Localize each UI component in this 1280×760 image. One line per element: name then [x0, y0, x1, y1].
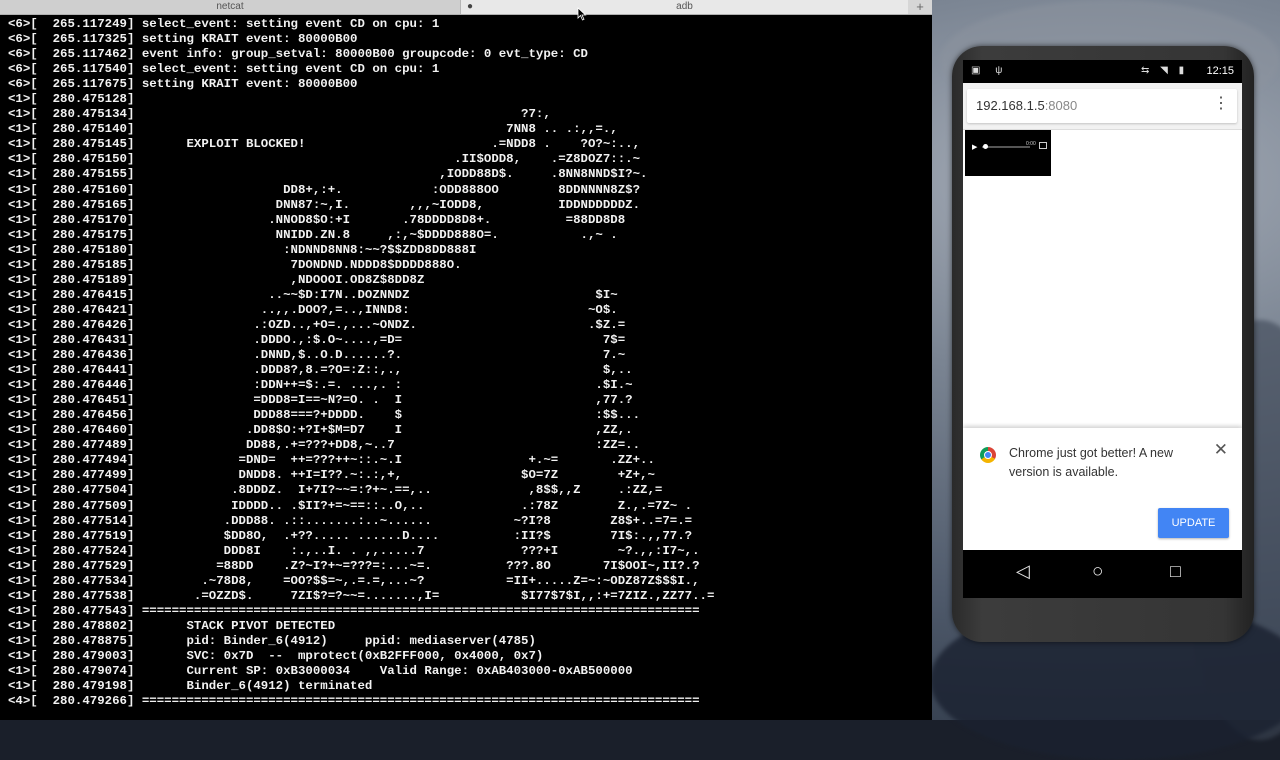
video-player[interactable]: ▶ 0:00: [965, 130, 1051, 176]
add-tab-button[interactable]: +: [910, 0, 930, 14]
terminal-line: <1>[ 280.475165] DNN87:~,I. ,,,~IODD8, I…: [8, 197, 641, 212]
terminal-line: <1>[ 280.477504] .8DDDZ. I+7I?~~=:?+~.==…: [8, 483, 663, 498]
terminal-line: <1>[ 280.476451] =DDD8=I==~N?=O. . I ,77…: [8, 393, 633, 408]
url-port: :8080: [1044, 98, 1078, 113]
back-icon[interactable]: ◁: [1016, 561, 1030, 582]
fullscreen-icon[interactable]: [1039, 142, 1047, 149]
terminal-line: <1>[ 280.477534] .~78D8, =OO?$$=~,.=.=,.…: [8, 573, 700, 588]
home-icon[interactable]: ○: [1092, 561, 1103, 583]
terminal-line: <6>[ 265.117325] setting KRAIT event: 80…: [8, 32, 358, 47]
terminal-line: <1>[ 280.476460] .DD8$O:+?I+$M=D7 I ,ZZ,…: [8, 423, 633, 438]
terminal-line: <1>[ 280.477509] IDDDD.. .$II?+=~==::..O…: [8, 498, 693, 513]
terminal-line: <1>[ 280.476456] DDD88===?+DDDD. $ :$$..…: [8, 408, 641, 423]
terminal-line: <1>[ 280.477489] DD88,.+=???+DD8,~..7 :Z…: [8, 438, 641, 453]
tab-modified-indicator: ●: [467, 1, 474, 12]
terminal-line: <1>[ 280.477538] .=OZZD$. 7ZI$?=?~~=....…: [8, 588, 715, 603]
video-progress-bar[interactable]: [982, 146, 1030, 148]
play-icon[interactable]: ▶: [972, 143, 977, 151]
url-text[interactable]: 192.168.1.5:8080: [976, 98, 1077, 113]
terminal-line: <1>[ 280.476421] ..,,.DOO?,=..,INND8: ~O…: [8, 302, 618, 317]
video-time: 0:00: [1026, 141, 1036, 147]
terminal-line: <4>[ 280.479266] =======================…: [8, 694, 700, 709]
update-button[interactable]: UPDATE: [1158, 508, 1229, 538]
terminal-line: <1>[ 280.477494] =DND= ++=???++~::.~.I +…: [8, 453, 655, 468]
terminal-line: <1>[ 280.477543] =======================…: [8, 603, 700, 618]
terminal-line: <1>[ 280.475134] ?7:,: [8, 107, 551, 122]
tab-netcat[interactable]: netcat: [0, 0, 461, 14]
terminal-line: <1>[ 280.476446] :DDN++=$:.=. ...,. : .$…: [8, 378, 633, 393]
terminal-line: <1>[ 280.475189] ,NDOOOI.OD8Z$8DD8Z: [8, 272, 425, 287]
terminal-line: <1>[ 280.477499] DNDD8. ++I=I??.~:.:,+, …: [8, 468, 655, 483]
status-icons: ⇆ ◥ ▮: [1141, 65, 1189, 76]
terminal-line: <1>[ 280.475170] .NNOD8$O:+I .78DDDD8D8+…: [8, 212, 626, 227]
menu-icon[interactable]: ⋮: [1213, 95, 1229, 113]
android-icon: ▣ ψ: [971, 65, 1009, 76]
url-host: 192.168.1.5: [976, 98, 1045, 113]
terminal-line: <1>[ 280.479074] Current SP: 0xB3000034 …: [8, 664, 633, 679]
phone-screen: ▣ ψ ⇆ ◥ ▮ 12:15 192.168.1.5:8080 ⋮ ▶ 0:0…: [963, 60, 1242, 598]
terminal-line: <1>[ 280.478802] STACK PIVOT DETECTED: [8, 618, 336, 633]
terminal-line: <1>[ 280.477514] .DDD88. .::.......:..~.…: [8, 513, 693, 528]
video-progress-knob[interactable]: [983, 144, 988, 149]
terminal-line: <1>[ 280.477529] =88DD .Z?~I?+~=???=:...…: [8, 558, 700, 573]
recent-apps-icon[interactable]: □: [1170, 561, 1181, 582]
terminal-line: <1>[ 280.475185] 7DONDND.NDDD8$DDDD888O.: [8, 257, 462, 272]
android-nav-bar: ◁ ○ □: [963, 550, 1242, 598]
terminal-line: <1>[ 280.478875] pid: Binder_6(4912) ppi…: [8, 633, 536, 648]
terminal-line: <6>[ 265.117462] event info: group_setva…: [8, 47, 588, 62]
terminal-line: <1>[ 280.476415] ..~~$D:I7N..DOZNNDZ $I~: [8, 287, 618, 302]
terminal-line: <6>[ 265.117675] setting KRAIT event: 80…: [8, 77, 358, 92]
terminal-line: <6>[ 265.117540] select_event: setting e…: [8, 62, 440, 77]
update-infobar: Chrome just got better! A new version is…: [963, 428, 1242, 550]
terminal-line: <1>[ 280.477524] DDD8I :.,..I. . ,,.....…: [8, 543, 700, 558]
terminal-line: <1>[ 280.475145] EXPLOIT BLOCKED! .=NDD8…: [8, 137, 641, 152]
status-time: 12:15: [1206, 65, 1234, 77]
terminal-line: <1>[ 280.476441] .DDD8?,8.=?O=:Z::,., $,…: [8, 363, 633, 378]
terminal-line: <1>[ 280.475150] .II$ODD8, .=Z8DOZ7::.~: [8, 152, 641, 167]
browser-toolbar: 192.168.1.5:8080 ⋮: [963, 83, 1242, 130]
terminal-line: <1>[ 280.475160] DD8+,:+. :ODD888OO 8DDN…: [8, 182, 641, 197]
terminal-line: <1>[ 280.479003] SVC: 0x7D -- mprotect(0…: [8, 648, 544, 663]
terminal-line: <1>[ 280.475128]: [8, 92, 135, 107]
tab-label: netcat: [216, 1, 244, 12]
terminal-line: <1>[ 280.476426] .:OZD..,+O=.,...~ONDZ. …: [8, 317, 626, 332]
tab-adb[interactable]: ● adb: [461, 0, 908, 14]
terminal-line: <1>[ 280.475155] ,IODD88D$. .8NN8NND$I?~…: [8, 167, 648, 182]
mouse-pointer-icon: [577, 7, 587, 21]
terminal-output[interactable]: <6>[ 265.117249] select_event: setting e…: [8, 17, 932, 709]
terminal-line: <1>[ 280.476431] .DDDO.,:$.O~....,=D= 7$…: [8, 332, 626, 347]
chrome-icon: [980, 447, 996, 463]
terminal-window[interactable]: netcat ● adb + <6>[ 265.117249] select_e…: [0, 0, 932, 720]
tab-label: adb: [676, 1, 693, 12]
terminal-tab-bar: netcat ● adb +: [0, 0, 932, 15]
infobar-message: Chrome just got better! A new version is…: [1009, 446, 1173, 479]
terminal-line: <6>[ 265.117249] select_event: setting e…: [8, 17, 440, 31]
terminal-line: <1>[ 280.479198] Binder_6(4912) terminat…: [8, 679, 373, 694]
terminal-line: <1>[ 280.476436] .DNND,$..O.D......?. 7.…: [8, 348, 626, 363]
terminal-line: <1>[ 280.475180] :NDNND8NN8:~~?$$ZDD8DD8…: [8, 242, 477, 257]
close-icon[interactable]: ✕: [1214, 440, 1228, 460]
terminal-line: <1>[ 280.475140] 7NN8 .. .:,,=.,: [8, 122, 618, 137]
url-bar[interactable]: 192.168.1.5:8080 ⋮: [967, 89, 1237, 123]
terminal-line: <1>[ 280.477519] $DD8O, .+??..... ......…: [8, 528, 693, 543]
status-bar: ▣ ψ ⇆ ◥ ▮ 12:15: [963, 60, 1242, 83]
terminal-line: <1>[ 280.475175] NNIDD.ZN.8 ,:,~$DDDD888…: [8, 227, 618, 242]
